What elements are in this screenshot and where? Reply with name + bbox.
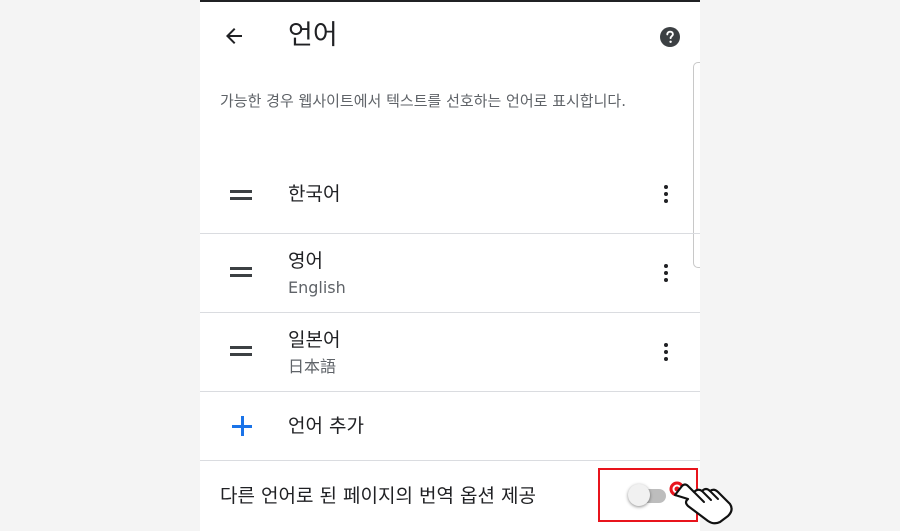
language-item[interactable]: 일본어 日本語 [200,313,700,392]
toggle-thumb [628,484,650,506]
drag-handle-icon[interactable] [230,346,252,356]
hand-pointer-icon [669,481,733,525]
language-item[interactable]: 한국어 [200,155,700,234]
language-name: 일본어 [288,329,341,351]
language-native-name: 日本語 [288,357,337,376]
language-item[interactable]: 영어 English [200,234,700,313]
arrow-left-icon [226,28,242,44]
drag-handle-icon[interactable] [230,267,252,277]
more-vert-icon[interactable] [652,259,680,287]
language-native-name: English [288,278,346,297]
more-vert-icon[interactable] [652,338,680,366]
drag-handle-icon[interactable] [230,190,252,200]
settings-screen: 언어 가능한 경우 웹사이트에서 텍스트를 선호하는 언어로 표시합니다. 한국… [200,0,700,531]
more-vert-icon[interactable] [652,180,680,208]
add-language-label: 언어 추가 [288,415,364,437]
translate-option-label: 다른 언어로 된 페이지의 번역 옵션 제공 [220,485,536,507]
description-text: 가능한 경우 웹사이트에서 텍스트를 선호하는 언어로 표시합니다. [220,92,626,110]
add-language-button[interactable]: 언어 추가 [200,391,700,461]
language-name: 영어 [288,250,323,272]
back-button[interactable] [214,16,254,56]
plus-icon [232,416,252,436]
help-button[interactable] [652,19,688,55]
page-title: 언어 [288,20,338,51]
language-name: 한국어 [288,183,341,205]
app-bar: 언어 [200,2,700,70]
help-circle-icon [660,27,680,47]
